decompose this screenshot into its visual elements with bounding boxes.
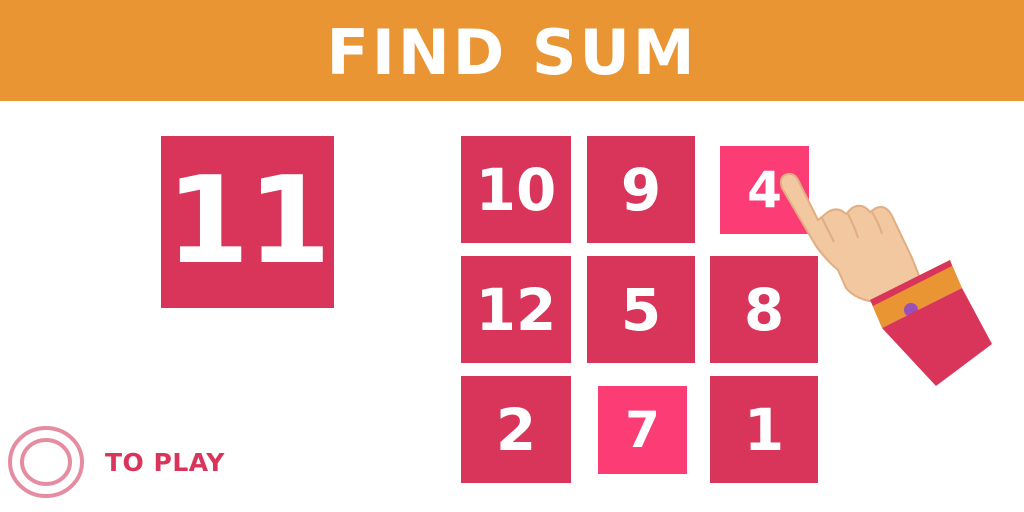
number-tile[interactable]: 2 xyxy=(461,376,571,483)
number-tile[interactable]: 9 xyxy=(587,136,695,243)
tile-number: 7 xyxy=(625,401,660,459)
tile-number: 5 xyxy=(620,275,662,344)
tile-number: 9 xyxy=(620,155,662,224)
header-bar: FIND SUM xyxy=(0,0,1024,101)
target-sum-value: 11 xyxy=(166,152,331,291)
tile-number: 10 xyxy=(475,155,557,224)
number-tile[interactable]: 12 xyxy=(461,256,571,363)
number-tile-selected[interactable]: 7 xyxy=(598,386,687,474)
to-play-label[interactable]: TO PLAY xyxy=(105,450,225,475)
pointing-hand-icon xyxy=(779,172,992,386)
double-ring-icon[interactable] xyxy=(6,422,86,502)
tile-number: 2 xyxy=(495,395,537,464)
target-sum-box: 11 xyxy=(161,136,334,308)
tile-number: 12 xyxy=(475,275,557,344)
tile-number: 1 xyxy=(743,395,785,464)
number-tile[interactable]: 5 xyxy=(587,256,695,363)
number-tile[interactable]: 10 xyxy=(461,136,571,243)
game-title: FIND SUM xyxy=(326,15,698,89)
